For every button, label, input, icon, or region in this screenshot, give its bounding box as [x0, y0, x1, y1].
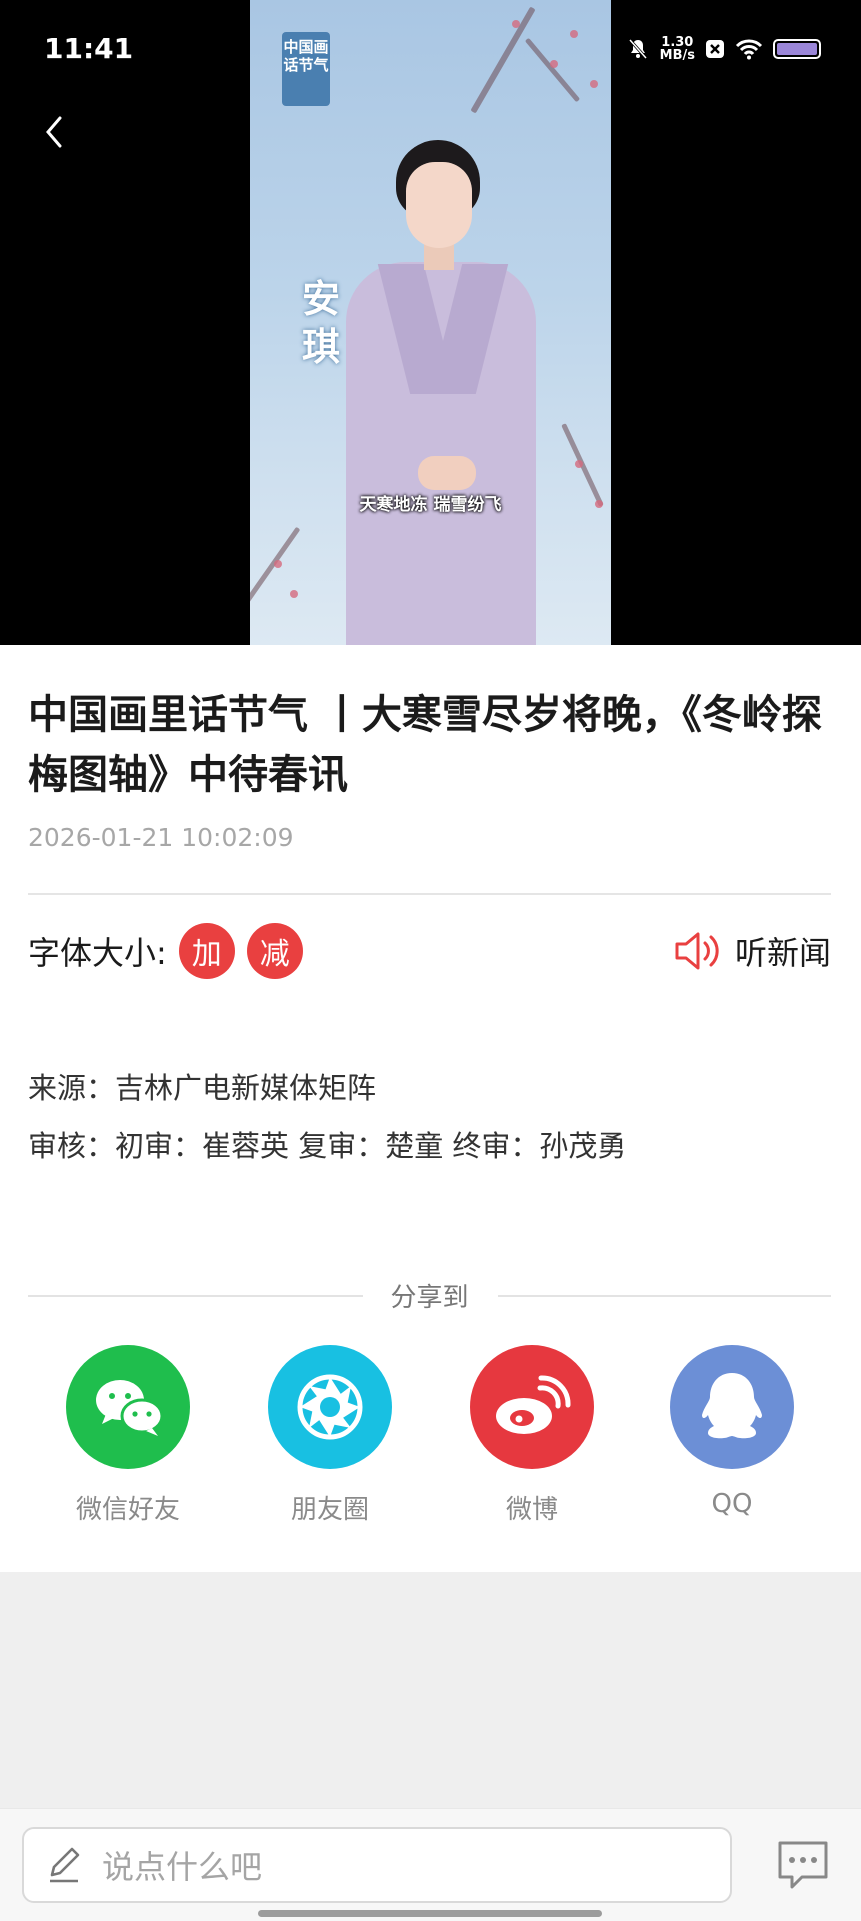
- pencil-icon: [50, 1847, 80, 1883]
- video-player[interactable]: 中国画话节气 安琪 天寒地冻 瑞雪纷飞 11:41 1.30 MB/s: [0, 0, 861, 645]
- mute-bell-icon: [628, 39, 647, 59]
- comments-button[interactable]: [776, 1839, 830, 1891]
- share-weibo-circle: [470, 1345, 594, 1469]
- article-source: 来源：吉林广电新媒体矩阵: [28, 1071, 377, 1105]
- share-qq-label: QQ: [711, 1489, 753, 1519]
- share-moments-circle: [268, 1345, 392, 1469]
- video-frame[interactable]: 中国画话节气 安琪 天寒地冻 瑞雪纷飞: [250, 0, 611, 645]
- wifi-icon: [735, 39, 763, 60]
- wechat-icon: [96, 1380, 164, 1436]
- speaker-icon: [675, 932, 719, 970]
- share-weibo-button[interactable]: 微博: [452, 1345, 612, 1526]
- plum-blossom: [550, 60, 558, 68]
- presenter-figure: [346, 140, 556, 645]
- plum-blossom: [570, 30, 578, 38]
- article-panel: 中国画里话节气 丨大寒雪尽岁将晚，《冬岭探梅图轴》中待春讯 2026-01-21…: [0, 645, 861, 1572]
- plum-blossom: [290, 590, 298, 598]
- listen-news-button[interactable]: 听新闻: [673, 923, 831, 979]
- plum-branch: [524, 37, 581, 103]
- qq-icon: [702, 1373, 762, 1439]
- plum-branch: [470, 6, 536, 114]
- program-logo: 中国画话节气: [282, 32, 330, 106]
- video-subtitle: 天寒地冻 瑞雪纷飞: [359, 495, 502, 515]
- close-box-icon: [706, 40, 724, 58]
- battery-icon: [773, 39, 821, 59]
- bottom-bar: 说点什么吧: [0, 1808, 861, 1921]
- share-moments-button[interactable]: 朋友圈: [250, 1345, 410, 1526]
- divider: [28, 893, 831, 895]
- plum-blossom: [512, 20, 520, 28]
- listen-news-label: 听新闻: [734, 934, 831, 972]
- share-wechat-label: 微信好友: [75, 1495, 180, 1525]
- share-wechat-circle: [66, 1345, 190, 1469]
- comment-input[interactable]: 说点什么吧: [22, 1827, 732, 1903]
- moments-icon: [297, 1374, 363, 1440]
- share-qq-button[interactable]: QQ: [652, 1345, 812, 1519]
- plum-blossom: [274, 560, 282, 568]
- status-time: 11:41: [44, 32, 134, 65]
- weibo-icon: [496, 1375, 571, 1434]
- back-button[interactable]: [36, 112, 76, 152]
- net-speed-unit: MB/s: [659, 48, 695, 63]
- share-heading: 分享到: [28, 1275, 831, 1315]
- article-review: 审核：初审：崔蓉英 复审：楚童 终审：孙茂勇: [28, 1129, 627, 1163]
- share-heading-label: 分享到: [390, 1283, 469, 1313]
- share-weibo-label: 微博: [505, 1495, 558, 1525]
- net-speed: 1.30 MB/s: [660, 36, 695, 62]
- article-title: 中国画里话节气 丨大寒雪尽岁将晚，《冬岭探梅图轴》中待春讯: [28, 692, 822, 798]
- article-date: 2026-01-21 10:02:09: [28, 823, 294, 852]
- share-moments-label: 朋友圈: [290, 1495, 369, 1525]
- share-qq-circle: [670, 1345, 794, 1469]
- comment-bubble-icon: [778, 1841, 828, 1889]
- font-size-control: 字体大小: 加 减: [28, 923, 303, 979]
- plum-blossom: [590, 80, 598, 88]
- chevron-left-icon: [46, 116, 62, 148]
- status-icons: 1.30 MB/s: [626, 34, 821, 64]
- comment-placeholder: 说点什么吧: [102, 1848, 263, 1886]
- font-size-label: 字体大小:: [28, 934, 167, 972]
- font-increase-button[interactable]: 加: [178, 923, 235, 979]
- plum-blossom: [575, 460, 583, 468]
- presenter-name: 安琪: [302, 277, 341, 369]
- font-decrease-button[interactable]: 减: [246, 923, 303, 979]
- home-indicator[interactable]: [258, 1910, 602, 1917]
- share-wechat-button[interactable]: 微信好友: [48, 1345, 208, 1526]
